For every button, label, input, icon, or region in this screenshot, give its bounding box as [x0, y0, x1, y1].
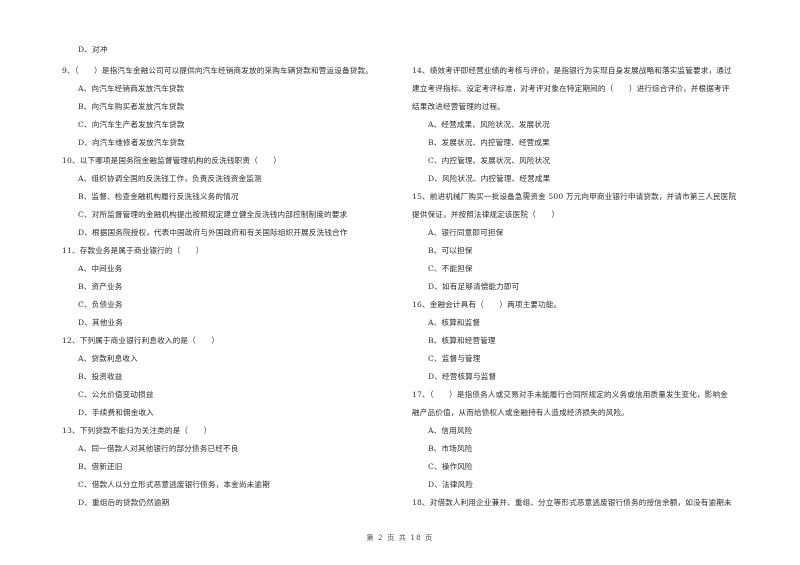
question-line: 融产品价值，从而给债权人或金融持有人造成经济损失的风险。 — [412, 408, 629, 417]
option-line: A、银行同意即可担保 — [428, 228, 504, 237]
option-line: B、借新还旧 — [78, 462, 123, 471]
question-line: 提供保证，并按照法律规定该医院（ ） — [412, 210, 560, 219]
option-line: C、向汽车生产者发放汽车贷款 — [78, 120, 185, 129]
option-line: A、贷款利息收入 — [78, 354, 138, 363]
question-line: 9、（ ）是指汽车金融公司可以提供向汽车经销商发放的采购车辆贷款和营运设备贷款。 — [62, 66, 373, 75]
option-line: C、监督与管理 — [428, 354, 481, 363]
option-line: A、核算和监督 — [428, 318, 481, 327]
question-line: 12、下列属于商业银行利息收入的是（ ） — [62, 336, 220, 345]
question-line: 18、对借款人利用企业兼并、重组、分立等形式恶意逃废银行债务的授信余额，如没有逾… — [412, 498, 732, 507]
question-line: 16、金融会计具有（ ）两项主要功能。 — [412, 300, 562, 309]
option-line: D、根据国务院授权，代表中国政府与外国政府和有关国际组织开展反洗钱合作 — [78, 228, 348, 237]
question-line: 建立考评指标、设定考评标准，对考评对象在特定期间的（ ）进行综合评价，并根据考评 — [412, 84, 730, 93]
question-line: 15、前进机械厂购买一批设备急需资金 500 万元向甲商业银行申请贷款，并请市第… — [412, 192, 737, 201]
question-line: 13、下列贷款不能归为关注类的是（ ） — [62, 426, 212, 435]
option-line: D、手续费和佣金收入 — [78, 408, 154, 417]
question-line: 14、绩效考评即经营业绩的考核与评价，是指银行为实现自身发展战略和落实监管要求，… — [412, 66, 732, 75]
option-line: D、风险状况、内控管理、经营成果 — [428, 174, 551, 183]
option-line: A、同一借款人对其他银行的部分债务已经不良 — [78, 444, 239, 453]
page-number-footer: 第 2 页 共 18 页 — [366, 534, 434, 542]
option-line: A、组织协调全国的反洗钱工作，负责反洗钱资金监测 — [78, 174, 262, 183]
option-line: D、法律风险 — [428, 480, 473, 489]
question-line: 结果改进经营管理的过程。 — [412, 102, 505, 111]
option-line: B、市场风险 — [428, 444, 473, 453]
question-line: 17、（ ）是指债务人或交易对手未能履行合同所规定的义务或信用质量发生变化，影响… — [412, 390, 728, 399]
option-line: D、其他业务 — [78, 318, 123, 327]
option-line: B、核算和经营管理 — [428, 336, 496, 345]
option-line: D、向汽车维修者发放汽车贷款 — [78, 138, 185, 147]
option-line: B、向汽车购买者发放汽车贷款 — [78, 102, 185, 111]
document-page: D、对冲 9、（ ）是指汽车金融公司可以提供向汽车经销商发放的采购车辆贷款和营运… — [0, 0, 800, 565]
question-line: 10、以下哪项是国务院金融监督管理机构的反洗钱职责（ ） — [62, 156, 282, 165]
option-line: D、如有足够清偿能力即可 — [428, 282, 520, 291]
option-line: B、发展状况、内控管理、经营成果 — [428, 138, 550, 147]
option-line: B、监督、检查金融机构履行反洗钱义务的情况 — [78, 192, 239, 201]
option-line: A、信用风险 — [428, 426, 473, 435]
option-line: A、经营成果、风险状况、发展状况 — [428, 120, 550, 129]
option-line: B、可以担保 — [428, 246, 473, 255]
option-line: C、借款人以分立形式恶意逃废银行债务，本金尚未逾期 — [78, 480, 270, 489]
option-line: D、经营核算与监督 — [428, 372, 497, 381]
option-line: A、中间业务 — [78, 264, 123, 273]
option-line: C、操作风险 — [428, 462, 473, 471]
option-line: B、投资收益 — [78, 372, 123, 381]
option-line: D、重组后的贷款仍然逾期 — [78, 498, 170, 507]
option-line: C、负债业务 — [78, 300, 123, 309]
option-line: B、资产业务 — [78, 282, 123, 291]
option-line: C、内控管理、发展状况、风险状况 — [428, 156, 551, 165]
option-line: C、对所监督管理的金融机构提出按照规定建立健全反洗钱内部控制制度的要求 — [78, 210, 348, 219]
option-line: A、向汽车经销商发放汽车贷款 — [78, 84, 185, 93]
option-line: D、对冲 — [78, 45, 108, 54]
question-line: 11、存款业务是属于商业银行的（ ） — [62, 246, 204, 255]
option-line: C、不能担保 — [428, 264, 473, 273]
option-line: C、公允价值变动损益 — [78, 390, 154, 399]
